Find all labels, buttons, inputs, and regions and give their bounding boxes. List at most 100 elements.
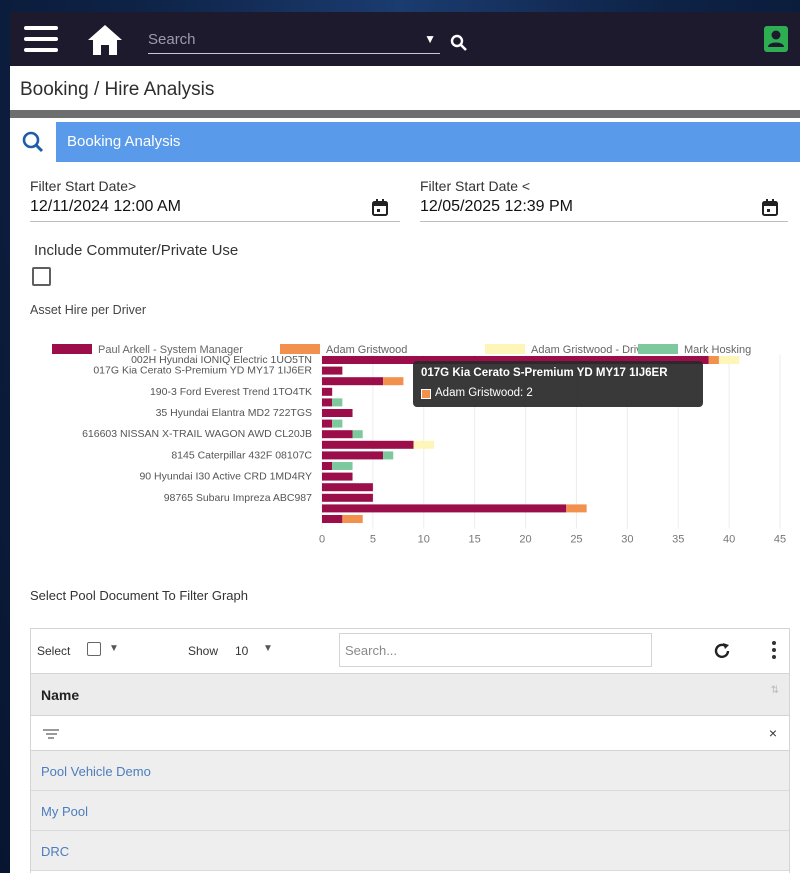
filter-start-before-label: Filter Start Date < [420, 178, 531, 194]
filter-start-before-value[interactable]: 12/05/2025 12:39 PM [420, 198, 788, 216]
x-tick-label: 35 [672, 534, 684, 546]
bar-segment [322, 430, 353, 439]
panel-title: Booking Analysis [67, 133, 181, 150]
page-header: Booking / Hire Analysis [10, 66, 800, 118]
user-profile-icon[interactable] [764, 26, 788, 52]
chart-title: Asset Hire per Driver [30, 303, 146, 317]
column-filter-row: × [31, 715, 789, 751]
magnifier-icon [22, 131, 44, 153]
calendar-icon[interactable] [372, 199, 388, 216]
table-row[interactable]: DRC [31, 831, 789, 871]
filter-icon[interactable] [43, 729, 59, 739]
x-tick-label: 25 [570, 534, 582, 546]
bar-segment [383, 377, 404, 386]
bar-segment [322, 451, 384, 460]
pool-name[interactable]: DRC [41, 844, 69, 859]
tooltip-swatch [421, 389, 431, 399]
name-header-label: Name [41, 687, 80, 703]
y-tick-label: 616603 NISSAN X-TRAIL WAGON AWD CL20JB [82, 428, 312, 440]
bar-segment [322, 462, 333, 470]
bar-segment [322, 483, 373, 492]
filter-start-before-field[interactable]: Filter Start Date < 12/05/2025 12:39 PM [420, 178, 788, 222]
commuter-checkbox[interactable] [32, 267, 51, 286]
bar-segment [413, 440, 434, 449]
bar-segment [322, 409, 353, 417]
x-tick-label: 20 [519, 534, 531, 546]
x-tick-label: 45 [774, 534, 786, 546]
chart-tooltip: 017G Kia Cerato S-Premium YD MY17 1IJ6ER… [413, 361, 703, 407]
bar-segment [322, 387, 333, 396]
bar-segment [322, 493, 373, 502]
bar-segment [322, 515, 343, 523]
y-tick-label: 017G Kia Cerato S-Premium YD MY17 1IJ6ER [93, 365, 312, 377]
filter-start-after-value[interactable]: 12/11/2024 12:00 AM [30, 198, 400, 216]
pool-grid: Select ▼ Show 10 ▼ Name ⇅ × Pool Vehicle… [30, 628, 790, 873]
table-row[interactable]: My Pool [31, 791, 789, 831]
legend-label: Adam Gristwood [326, 344, 407, 356]
search-icon[interactable] [450, 34, 468, 52]
bar-segment [322, 440, 414, 449]
hamburger-menu-icon[interactable] [24, 26, 58, 52]
legend-swatch [280, 344, 320, 354]
filter-start-after-label: Filter Start Date> [30, 178, 137, 194]
table-row[interactable]: Pool Vehicle Demo [31, 751, 789, 791]
refresh-icon[interactable] [712, 641, 732, 661]
select-all-checkbox[interactable] [87, 642, 101, 656]
panel-header: Booking Analysis [10, 122, 800, 162]
sort-icon[interactable]: ⇅ [771, 685, 779, 696]
pool-name[interactable]: My Pool [41, 804, 88, 819]
legend-swatch [485, 344, 525, 354]
tooltip-value: Adam Gristwood: 2 [435, 387, 533, 399]
y-tick-label: 8145 Caterpillar 432F 08107C [171, 449, 312, 461]
legend-label: Adam Gristwood - Driver [531, 344, 652, 356]
home-icon[interactable] [86, 23, 124, 57]
filter-start-after-field[interactable]: Filter Start Date> 12/11/2024 12:00 AM [30, 178, 400, 222]
pool-name[interactable]: Pool Vehicle Demo [41, 764, 151, 779]
bar-segment [322, 398, 333, 407]
bar-segment [352, 430, 363, 439]
select-dropdown-icon[interactable]: ▼ [109, 643, 119, 654]
calendar-icon[interactable] [762, 199, 778, 216]
pool-section-label: Select Pool Document To Filter Graph [30, 588, 248, 603]
bar-segment [566, 504, 587, 513]
y-tick-label: 98765 Subaru Impreza ABC987 [164, 492, 312, 504]
x-tick-label: 15 [469, 534, 481, 546]
search-dropdown-caret-icon[interactable]: ▼ [424, 32, 436, 46]
commuter-label: Include Commuter/Private Use [34, 242, 239, 259]
tooltip-title: 017G Kia Cerato S-Premium YD MY17 1IJ6ER [421, 367, 668, 379]
x-tick-label: 0 [319, 534, 325, 546]
page-size-dropdown-icon[interactable]: ▼ [263, 643, 273, 654]
x-tick-label: 5 [370, 534, 376, 546]
bar-segment [322, 366, 343, 375]
name-column-header[interactable]: Name ⇅ [31, 673, 789, 715]
bar-segment [332, 462, 353, 470]
grid-search-input[interactable] [339, 633, 652, 667]
global-search: ▼ [148, 26, 440, 54]
top-navbar: ▼ [10, 12, 800, 66]
select-label: Select [37, 644, 71, 658]
clear-filter-icon[interactable]: × [769, 725, 777, 741]
page-size-select[interactable]: 10 [235, 644, 248, 658]
y-tick-label: 190-3 Ford Everest Trend 1TO4TK [150, 386, 312, 398]
bar-segment [332, 419, 343, 428]
x-tick-label: 30 [621, 534, 633, 546]
field-underline [420, 221, 788, 222]
legend-label: Mark Hosking [684, 344, 751, 356]
more-options-icon[interactable] [771, 641, 777, 661]
global-search-input[interactable] [148, 26, 408, 52]
bar-segment [322, 419, 333, 428]
bar-segment [322, 377, 384, 386]
bar-segment [322, 472, 353, 481]
page-title: Booking / Hire Analysis [20, 79, 215, 100]
bar-segment [322, 504, 567, 513]
bar-segment [708, 356, 719, 364]
legend-swatch [638, 344, 678, 354]
grid-toolbar: Select ▼ Show 10 ▼ [31, 629, 789, 673]
panel-search-button[interactable] [10, 122, 56, 162]
bar-segment [383, 451, 394, 460]
y-tick-label: 35 Hyundai Elantra MD2 722TGS [156, 407, 312, 419]
show-label: Show [188, 644, 219, 658]
bar-segment [332, 398, 343, 407]
y-tick-label: 90 Hyundai I30 Active CRD 1MD4RY [139, 471, 312, 483]
legend-swatch [52, 344, 92, 354]
